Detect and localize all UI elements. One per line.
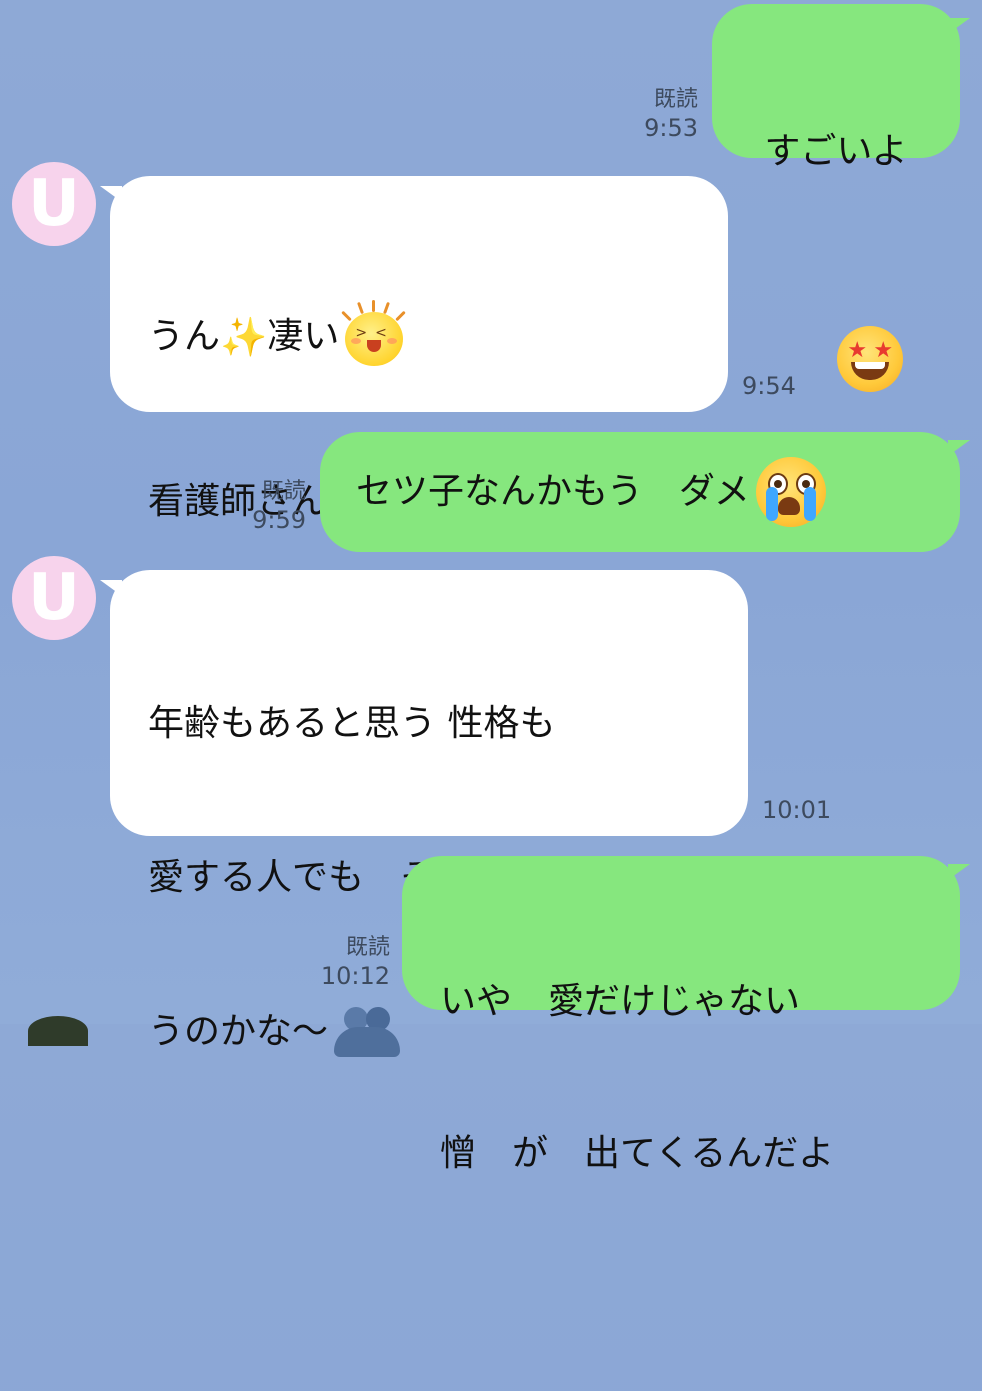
read-receipt: 既読 — [261, 479, 306, 504]
avatar-letter: U — [28, 561, 80, 635]
chat-view[interactable]: 既読 9:53 すごいよ ★ ★ U うん ✨ 凄い >< 9:54 既読 9:… — [0, 0, 982, 1174]
bubble-tail — [948, 864, 970, 880]
message-time: 10:12 — [320, 962, 390, 990]
message-text: すごいよ — [764, 131, 908, 172]
message-meta: 既読 10:12 — [310, 934, 390, 990]
message-time: 9:54 — [742, 372, 796, 400]
avatar[interactable]: U — [12, 162, 96, 246]
avatar[interactable] — [28, 1016, 88, 1046]
message-text: うん — [148, 316, 221, 357]
message-time: 10:01 — [762, 796, 832, 824]
outgoing-message-bubble[interactable]: セツ子なんかもう ダメ — [320, 432, 960, 552]
sun-character-icon: >< — [339, 300, 409, 372]
message-text: 年齢もあると思う 性格も — [148, 703, 556, 744]
read-receipt: 既読 — [653, 87, 698, 112]
message-text: セツ子なんかもう ダメ — [356, 471, 750, 512]
message-time: 9:53 — [644, 114, 698, 142]
outgoing-message-bubble[interactable]: いや 愛だけじゃない 憎 が 出てくるんだよ — [402, 856, 960, 1174]
message-text: いや 愛だけじゃない — [440, 981, 801, 1022]
read-receipt: 既読 — [345, 935, 390, 960]
star-struck-icon: ★ ★ — [837, 326, 904, 392]
message-text: うのかな〜 — [148, 1011, 329, 1052]
bubble-tail — [948, 440, 970, 456]
message-meta: 既読 9:53 — [630, 86, 698, 142]
message-time: 9:59 — [252, 506, 306, 534]
avatar-letter: U — [28, 167, 80, 241]
people-hugging-icon — [334, 1007, 401, 1057]
outgoing-message-bubble[interactable]: すごいよ ★ ★ — [712, 4, 960, 392]
loudly-crying-face-icon — [755, 457, 826, 527]
message-text: 憎 が 出てくるんだよ — [440, 1133, 835, 1174]
sparkles-icon: ✨ — [220, 315, 268, 359]
incoming-message-bubble[interactable]: 年齢もあると思う 性格も 愛する人でも そうなっちゃ うのかな〜 — [110, 570, 748, 1057]
avatar[interactable]: U — [12, 556, 96, 640]
message-text: 凄い — [267, 316, 340, 357]
bubble-tail — [948, 18, 970, 34]
message-meta: 既読 9:59 — [236, 478, 306, 534]
incoming-message-bubble[interactable]: うん ✨ 凄い >< 看護師さんのようだった — [110, 176, 728, 524]
